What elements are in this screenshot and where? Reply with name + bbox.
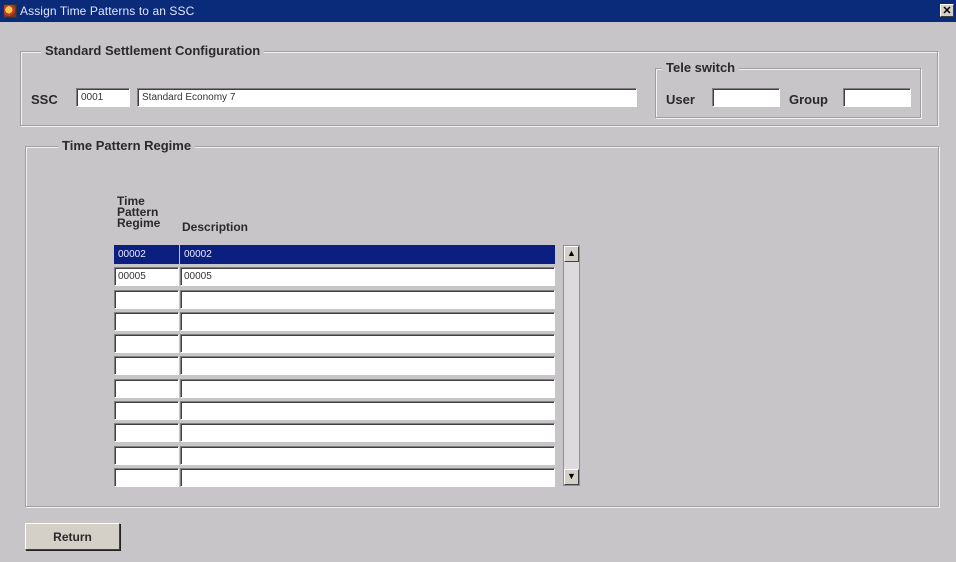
tpr-code-cell[interactable]: 00002 <box>114 245 179 264</box>
tpr-description-column-header: Description <box>182 220 249 234</box>
tpr-code-cell[interactable] <box>114 356 179 376</box>
tpr-group-legend: Time Pattern Regime <box>58 138 196 153</box>
teleswitch-user-label: User <box>666 92 695 107</box>
tpr-vertical-scrollbar[interactable]: ▲ ▼ <box>563 245 580 486</box>
tpr-description-cell[interactable] <box>180 467 555 487</box>
teleswitch-group-field[interactable] <box>843 88 911 107</box>
tpr-code-cell[interactable] <box>114 467 179 487</box>
ssc-label: SSC <box>31 92 58 107</box>
close-button[interactable]: ✕ <box>940 4 954 17</box>
app-icon <box>3 4 17 18</box>
title-bar: Assign Time Patterns to an SSC ✕ <box>0 0 956 22</box>
tpr-code-header-line3: Regime <box>117 216 161 230</box>
tpr-description-cell[interactable] <box>180 378 555 398</box>
tpr-description-cell[interactable] <box>180 311 555 331</box>
tpr-description-cell[interactable] <box>180 334 555 354</box>
return-button[interactable]: Return <box>25 523 120 550</box>
tpr-code-column-header: Time Pattern Regime <box>117 195 161 230</box>
ssc-group-legend: Standard Settlement Configuration <box>41 43 265 58</box>
tpr-code-cell[interactable] <box>114 289 179 309</box>
tpr-code-cell[interactable] <box>114 423 179 443</box>
teleswitch-group-label: Group <box>789 92 828 107</box>
scroll-down-arrow-icon[interactable]: ▼ <box>564 469 579 485</box>
tpr-description-cell[interactable] <box>180 423 555 443</box>
tpr-code-cell[interactable] <box>114 378 179 398</box>
tpr-code-cell[interactable] <box>114 334 179 354</box>
tpr-code-cell[interactable] <box>114 445 179 465</box>
tpr-description-cell[interactable] <box>180 356 555 376</box>
tpr-code-cell[interactable] <box>114 401 179 421</box>
tpr-code-cell[interactable] <box>114 311 179 331</box>
ssc-description-field[interactable]: Standard Economy 7 <box>137 88 637 107</box>
tpr-code-cell[interactable]: 00005 <box>114 267 179 287</box>
tpr-description-cell[interactable]: 00005 <box>180 267 555 287</box>
tpr-description-cell[interactable] <box>180 289 555 309</box>
teleswitch-group-legend: Tele switch <box>662 60 740 75</box>
ssc-code-field[interactable]: 0001 <box>76 88 130 107</box>
tpr-description-cell[interactable]: 00002 <box>180 245 555 264</box>
teleswitch-user-field[interactable] <box>712 88 780 107</box>
window-title: Assign Time Patterns to an SSC <box>20 4 195 18</box>
tpr-description-cell[interactable] <box>180 445 555 465</box>
scroll-up-arrow-icon[interactable]: ▲ <box>564 246 579 262</box>
tpr-description-cell[interactable] <box>180 401 555 421</box>
